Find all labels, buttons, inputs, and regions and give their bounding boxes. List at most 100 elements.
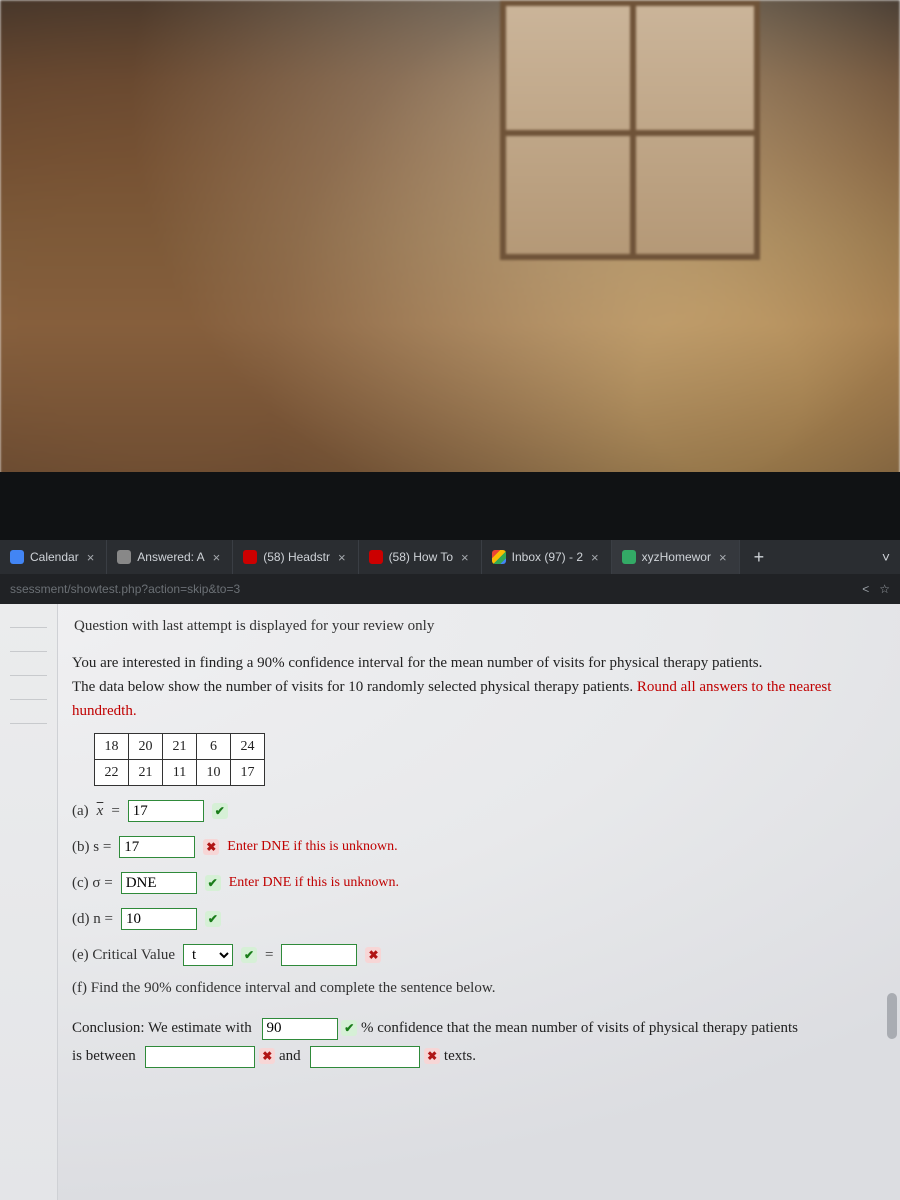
new-tab-button[interactable]: + xyxy=(740,547,779,568)
close-icon[interactable]: × xyxy=(211,550,223,565)
check-icon: ✔ xyxy=(205,875,221,891)
part-e-label: (e) Critical Value xyxy=(72,947,175,964)
tab-answered[interactable]: Answered: A × xyxy=(107,540,233,574)
window-in-photo xyxy=(500,0,760,260)
critical-value-type-select[interactable]: t xyxy=(183,944,233,966)
conclusion-mid2a: is between xyxy=(72,1048,139,1064)
critical-value-input[interactable] xyxy=(281,944,357,966)
data-cell: 10 xyxy=(197,760,231,786)
tab-xyzhomework[interactable]: xyzHomewor × xyxy=(612,540,740,574)
part-e: (e) Critical Value t ✔ = ✖ xyxy=(72,944,872,966)
part-b: (b) s = ✖ Enter DNE if this is unknown. xyxy=(72,836,872,858)
data-cell: 11 xyxy=(163,760,197,786)
part-d: (d) n = ✔ xyxy=(72,908,872,930)
conclusion-pre: Conclusion: We estimate with xyxy=(72,1020,256,1036)
s-input[interactable] xyxy=(119,836,195,858)
part-b-label: (b) s = xyxy=(72,839,111,856)
data-cell: 6 xyxy=(197,734,231,760)
confidence-percent-input[interactable] xyxy=(262,1018,338,1040)
data-table: 18 20 21 6 24 22 21 11 10 17 xyxy=(94,733,265,786)
close-icon[interactable]: × xyxy=(589,550,601,565)
intro-line-2a: The data below show the number of visits… xyxy=(72,679,637,695)
interval-low-input[interactable] xyxy=(145,1046,255,1068)
x-icon: ✖ xyxy=(424,1048,440,1064)
url-path: ssessment/showtest.php?action=skip&to=3 xyxy=(10,582,240,596)
tab-label: Calendar xyxy=(30,550,79,564)
review-notice: Question with last attempt is displayed … xyxy=(74,618,872,635)
tabs-overflow-chevron-icon[interactable]: ˅ xyxy=(882,549,890,565)
equals: = xyxy=(265,947,273,964)
close-icon[interactable]: × xyxy=(717,550,729,565)
browser-address-bar[interactable]: ssessment/showtest.php?action=skip&to=3 … xyxy=(0,574,900,604)
part-f: (f) Find the 90% confidence interval and… xyxy=(72,980,872,997)
tab-youtube-headstr[interactable]: (58) Headstr × xyxy=(233,540,358,574)
gmail-icon xyxy=(492,550,506,564)
youtube-icon xyxy=(369,550,383,564)
table-row: 22 21 11 10 17 xyxy=(95,760,265,786)
n-input[interactable] xyxy=(121,908,197,930)
check-icon: ✔ xyxy=(212,803,228,819)
bookmark-star-icon[interactable]: ☆ xyxy=(879,582,890,596)
browser-chrome: Calendar × Answered: A × (58) Headstr × … xyxy=(0,540,900,1200)
data-cell: 17 xyxy=(231,760,265,786)
x-icon: ✖ xyxy=(259,1048,275,1064)
part-b-hint: Enter DNE if this is unknown. xyxy=(227,839,397,855)
sidebar-item[interactable] xyxy=(10,662,47,676)
close-icon[interactable]: × xyxy=(459,550,471,565)
table-row: 18 20 21 6 24 xyxy=(95,734,265,760)
tab-label: (58) Headstr xyxy=(263,550,330,564)
part-c-label: (c) σ = xyxy=(72,875,113,892)
conclusion-and: and xyxy=(279,1048,304,1064)
data-cell: 22 xyxy=(95,760,129,786)
check-icon: ✔ xyxy=(241,947,257,963)
xbar-input[interactable] xyxy=(128,800,204,822)
share-icon[interactable]: < xyxy=(862,582,869,596)
sidebar-item[interactable] xyxy=(10,710,47,724)
close-icon[interactable]: × xyxy=(336,550,348,565)
problem-statement: You are interested in finding a 90% conf… xyxy=(72,651,872,723)
interval-high-input[interactable] xyxy=(310,1046,420,1068)
sidebar-item[interactable] xyxy=(10,638,47,652)
page-content: Question with last attempt is displayed … xyxy=(0,604,900,1200)
part-c: (c) σ = ✔ Enter DNE if this is unknown. xyxy=(72,872,872,894)
part-a: (a) x = ✔ xyxy=(72,800,872,822)
check-icon: ✔ xyxy=(341,1020,357,1036)
equals: = xyxy=(111,803,119,820)
part-d-label: (d) n = xyxy=(72,911,113,928)
conclusion-tail: texts. xyxy=(444,1048,476,1064)
intro-line-1: You are interested in finding a 90% conf… xyxy=(72,655,762,671)
conclusion-mid1: % confidence that the mean number of vis… xyxy=(361,1020,798,1036)
room-photo-background xyxy=(0,0,900,540)
tab-label: Answered: A xyxy=(137,550,204,564)
data-cell: 18 xyxy=(95,734,129,760)
tab-label: xyzHomewor xyxy=(642,550,711,564)
tab-gmail-inbox[interactable]: Inbox (97) - 2 × xyxy=(482,540,612,574)
part-f-label: (f) Find the 90% confidence interval and… xyxy=(72,980,495,997)
sigma-input[interactable] xyxy=(121,872,197,894)
browser-tab-strip: Calendar × Answered: A × (58) Headstr × … xyxy=(0,540,900,574)
part-a-label: (a) xyxy=(72,803,89,820)
data-cell: 24 xyxy=(231,734,265,760)
youtube-icon xyxy=(243,550,257,564)
x-icon: ✖ xyxy=(365,947,381,963)
tab-label: (58) How To xyxy=(389,550,453,564)
page-icon xyxy=(117,550,131,564)
x-icon: ✖ xyxy=(203,839,219,855)
calendar-icon xyxy=(10,550,24,564)
sidebar-item[interactable] xyxy=(10,686,47,700)
check-icon: ✔ xyxy=(205,911,221,927)
tab-calendar[interactable]: Calendar × xyxy=(0,540,107,574)
xbar-symbol: x xyxy=(97,803,104,820)
scrollbar-thumb[interactable] xyxy=(887,993,897,1039)
data-cell: 20 xyxy=(129,734,163,760)
page-scrollbar[interactable] xyxy=(887,674,897,1188)
question-body: Question with last attempt is displayed … xyxy=(58,604,886,1200)
question-nav-sidebar xyxy=(0,604,58,1200)
data-cell: 21 xyxy=(163,734,197,760)
data-cell: 21 xyxy=(129,760,163,786)
part-c-hint: Enter DNE if this is unknown. xyxy=(229,875,399,891)
tab-youtube-howto[interactable]: (58) How To × xyxy=(359,540,482,574)
tab-label: Inbox (97) - 2 xyxy=(512,550,583,564)
close-icon[interactable]: × xyxy=(85,550,97,565)
sidebar-item[interactable] xyxy=(10,614,47,628)
